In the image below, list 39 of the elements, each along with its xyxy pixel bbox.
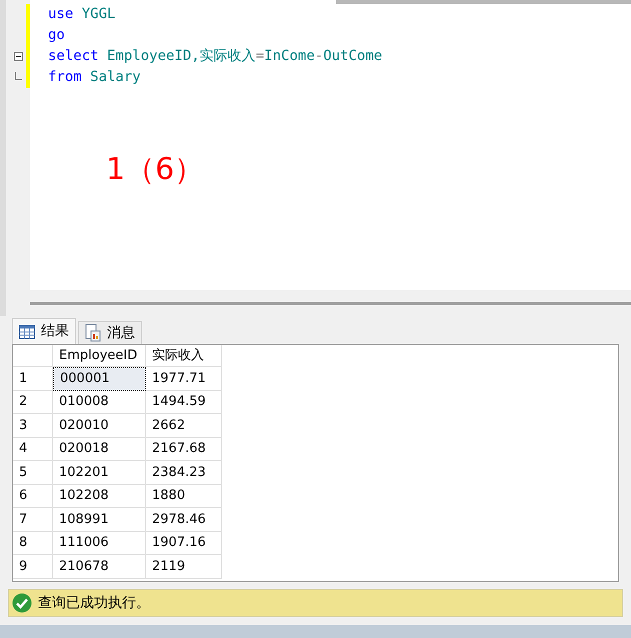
row-number: 5 xyxy=(13,461,53,484)
success-check-icon xyxy=(12,593,32,613)
table-cell: 010008 xyxy=(53,390,146,414)
code-line: select EmployeeID,实际收入=InCome-OutCome xyxy=(48,47,382,66)
table-cell: 1494.59 xyxy=(146,390,222,414)
row-number: 7 xyxy=(13,508,53,532)
collapse-icon[interactable] xyxy=(14,52,23,61)
table-cell: 108991 xyxy=(53,508,146,532)
table-cell: 020018 xyxy=(53,438,146,461)
code-line: use YGGL xyxy=(48,5,116,24)
table-cell: 1977.71 xyxy=(146,367,222,390)
code-line: from Salary xyxy=(48,68,141,87)
column-header[interactable]: 实际收入 xyxy=(146,345,222,367)
table-cell: 2662 xyxy=(146,414,222,438)
annotation-text: 1（6） xyxy=(106,152,204,188)
row-number: 3 xyxy=(13,414,53,438)
table-cell: 1880 xyxy=(146,484,222,508)
row-number: 9 xyxy=(13,555,53,578)
table-cell: 2119 xyxy=(146,555,222,578)
table-cell: 020010 xyxy=(53,414,146,438)
grid-icon xyxy=(19,324,35,338)
table-cell: 210678 xyxy=(53,555,146,578)
row-number: 2 xyxy=(13,390,53,414)
table-cell: 2978.46 xyxy=(146,508,222,532)
row-number: 4 xyxy=(13,438,53,461)
status-text: 查询已成功执行。 xyxy=(38,594,150,612)
table-cell: 2167.68 xyxy=(146,438,222,461)
table-cell: 102208 xyxy=(53,484,146,508)
table-cell: 000001 xyxy=(53,367,146,390)
row-number: 6 xyxy=(13,484,53,508)
table-cell: 111006 xyxy=(53,532,146,555)
result-tab[interactable]: 结果 xyxy=(12,318,76,344)
row-number: 8 xyxy=(13,532,53,555)
table-cell: 1907.16 xyxy=(146,532,222,555)
table-cell: 2384.23 xyxy=(146,461,222,484)
table-cell: 102201 xyxy=(53,461,146,484)
result-tab[interactable]: 消息 xyxy=(78,321,142,344)
document-icon xyxy=(85,324,101,342)
code-line: go xyxy=(48,26,65,45)
